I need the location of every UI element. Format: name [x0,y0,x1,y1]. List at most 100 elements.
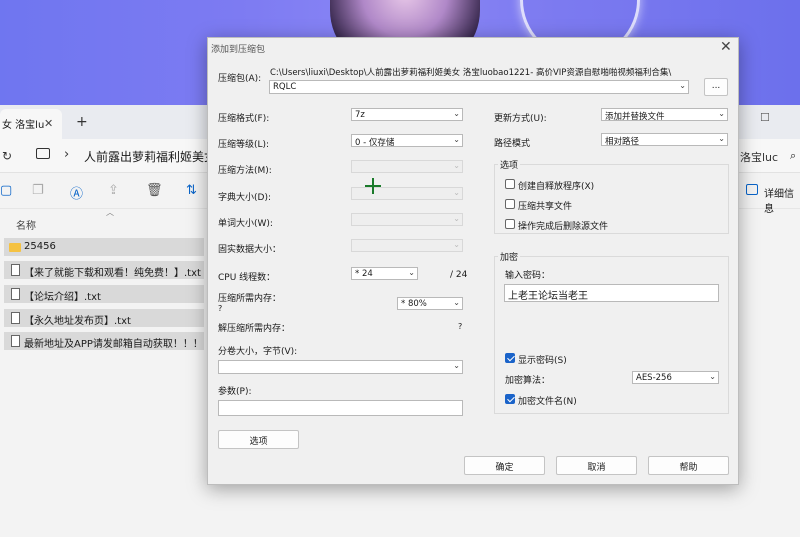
volume-select[interactable]: ⌄ [218,360,463,374]
new-item-icon[interactable]: ▢ [0,183,12,198]
crosshair-cursor-icon [365,178,381,194]
file-item[interactable]: 【论坛介绍】.txt [4,285,204,303]
archive-name-value: RQLC [273,82,297,92]
show-password-label[interactable]: 显示密码(S) [518,353,567,366]
sort-icon[interactable]: ⇅ [186,183,197,198]
chevron-down-icon[interactable]: ⌄ [408,268,415,277]
update-select[interactable]: 添加并替换文件 ⌄ [601,108,728,121]
chevron-down-icon[interactable]: ⌄ [718,109,725,118]
close-icon[interactable]: ✕ [720,39,732,55]
chevron-down-icon[interactable]: ⌄ [709,372,716,381]
explorer-tab[interactable]: 女 洛宝lu ✕ [0,109,62,139]
tab-label: 女 洛宝lu [2,120,45,131]
solid-select[interactable]: ⌄ [351,239,463,252]
file-name: 【论坛介绍】.txt [24,292,101,303]
mem-decomp-value: ? [458,322,463,331]
details-pane-icon[interactable] [746,184,758,195]
shared-label[interactable]: 压缩共享文件 [518,199,572,212]
threads-select[interactable]: * 24 ⌄ [351,267,418,280]
format-select[interactable]: 7z ⌄ [351,108,463,121]
encryption-group-title: 加密 [498,250,521,263]
word-label: 单词大小(W): [218,219,273,229]
chevron-down-icon[interactable]: ⌄ [453,361,460,370]
text-file-icon [11,288,20,300]
maximize-icon[interactable]: ☐ [760,111,770,124]
close-icon[interactable]: ✕ [44,117,53,130]
delete-source-checkbox[interactable] [505,219,515,229]
chevron-down-icon[interactable]: ⌄ [718,134,725,143]
add-to-archive-dialog: 添加到压缩包 ✕ 压缩包(A): C:\Users\liuxi\Desktop\… [207,37,739,485]
text-file-icon [11,264,20,276]
column-header-name[interactable]: 名称 [16,217,36,232]
level-select[interactable]: 0 - 仅存储 ⌄ [351,134,463,147]
file-name: 【来了就能下载和观看！纯免费！】.txt [24,268,201,279]
folder-icon [9,243,21,252]
level-value: 0 - 仅存储 [355,138,395,147]
threads-total: / 24 [450,270,468,280]
ok-button[interactable]: 确定 [464,456,545,475]
params-input[interactable] [218,400,463,416]
volume-label: 分卷大小，字节(V): [218,347,298,357]
mem-percent-select[interactable]: * 80% ⌄ [397,297,463,310]
threads-label: CPU 线程数： [218,273,276,283]
enc-method-value: AES-256 [636,373,672,383]
cancel-button[interactable]: 取消 [556,456,637,475]
delete-source-label[interactable]: 操作完成后删除源文件 [518,219,608,232]
file-item[interactable]: 【永久地址发布页】.txt [4,309,204,327]
browse-button[interactable]: ... [704,78,728,96]
help-button[interactable]: 帮助 [648,456,729,475]
path-mode-value: 相对路径 [605,137,640,146]
new-tab-icon[interactable]: + [76,114,88,130]
search-input[interactable]: 洛宝luc [740,149,778,165]
encrypt-filenames-label[interactable]: 加密文件名(N) [518,394,577,407]
chevron-down-icon[interactable]: ⌄ [453,109,460,118]
password-label: 输入密码： [505,271,551,281]
details-button[interactable]: 详细信息 [764,185,800,215]
share-icon[interactable]: ⇪ [108,183,119,198]
word-select[interactable]: ⌄ [351,213,463,226]
options-button[interactable]: 选项 [218,430,299,449]
path-mode-label: 路径模式 [494,139,531,149]
mem-comp-value: ? [218,304,223,313]
update-value: 添加并替换文件 [605,112,665,121]
sfx-checkbox[interactable] [505,179,515,189]
file-name: 25456 [24,241,56,252]
chevron-down-icon[interactable]: ⌄ [679,81,686,90]
password-input[interactable]: 上老王论坛当老王 [504,284,719,302]
threads-value: * 24 [355,269,373,279]
update-label: 更新方式(U): [494,114,547,124]
chevron-down-icon[interactable]: ⌄ [453,298,460,307]
format-value: 7z [355,110,365,120]
chevron-right-icon: › [64,147,70,162]
this-pc-icon[interactable] [36,148,50,159]
mem-percent-value: * 80% [401,299,427,309]
file-item[interactable]: 最新地址及APP请发邮箱自动获取！！！ [4,332,204,350]
delete-icon[interactable]: 🗑 [146,183,163,198]
dict-label: 字典大小(D): [218,193,271,203]
path-mode-select[interactable]: 相对路径 ⌄ [601,133,728,146]
address-path[interactable]: 人前露出萝莉福利姬美女 [84,148,216,165]
chevron-down-icon[interactable]: ⌄ [453,135,460,144]
chevron-down-icon: ⌄ [453,240,460,249]
method-select[interactable]: ⌄ [351,160,463,173]
copy-icon[interactable]: ❐ [32,183,44,198]
options-group-title: 选项 [498,158,521,171]
enc-method-select[interactable]: AES-256 ⌄ [632,371,719,384]
refresh-icon[interactable]: ↻ [2,149,12,163]
archive-path: C:\Users\liuxi\Desktop\人前露出萝莉福利姬美女 洛宝luo… [270,68,672,78]
text-file-icon [11,312,20,324]
archive-name-combobox[interactable]: RQLC ⌄ [269,80,689,94]
chevron-down-icon: ⌄ [453,188,460,197]
params-label: 参数(P): [218,387,252,397]
file-item[interactable]: 25456 [4,238,204,256]
file-item[interactable]: 【来了就能下载和观看！纯免费！】.txt [4,261,204,279]
encrypt-filenames-checkbox[interactable] [505,394,515,404]
show-password-checkbox[interactable] [505,353,515,363]
sort-arrow-icon: ︿ [106,208,114,217]
search-icon[interactable]: ⌕ [790,149,796,163]
sfx-label[interactable]: 创建自释放程序(X) [518,179,594,192]
text-file-icon [11,335,20,347]
shared-checkbox[interactable] [505,199,515,209]
dialog-title: 添加到压缩包 [211,45,266,55]
rename-icon[interactable]: Ⓐ [70,183,83,202]
